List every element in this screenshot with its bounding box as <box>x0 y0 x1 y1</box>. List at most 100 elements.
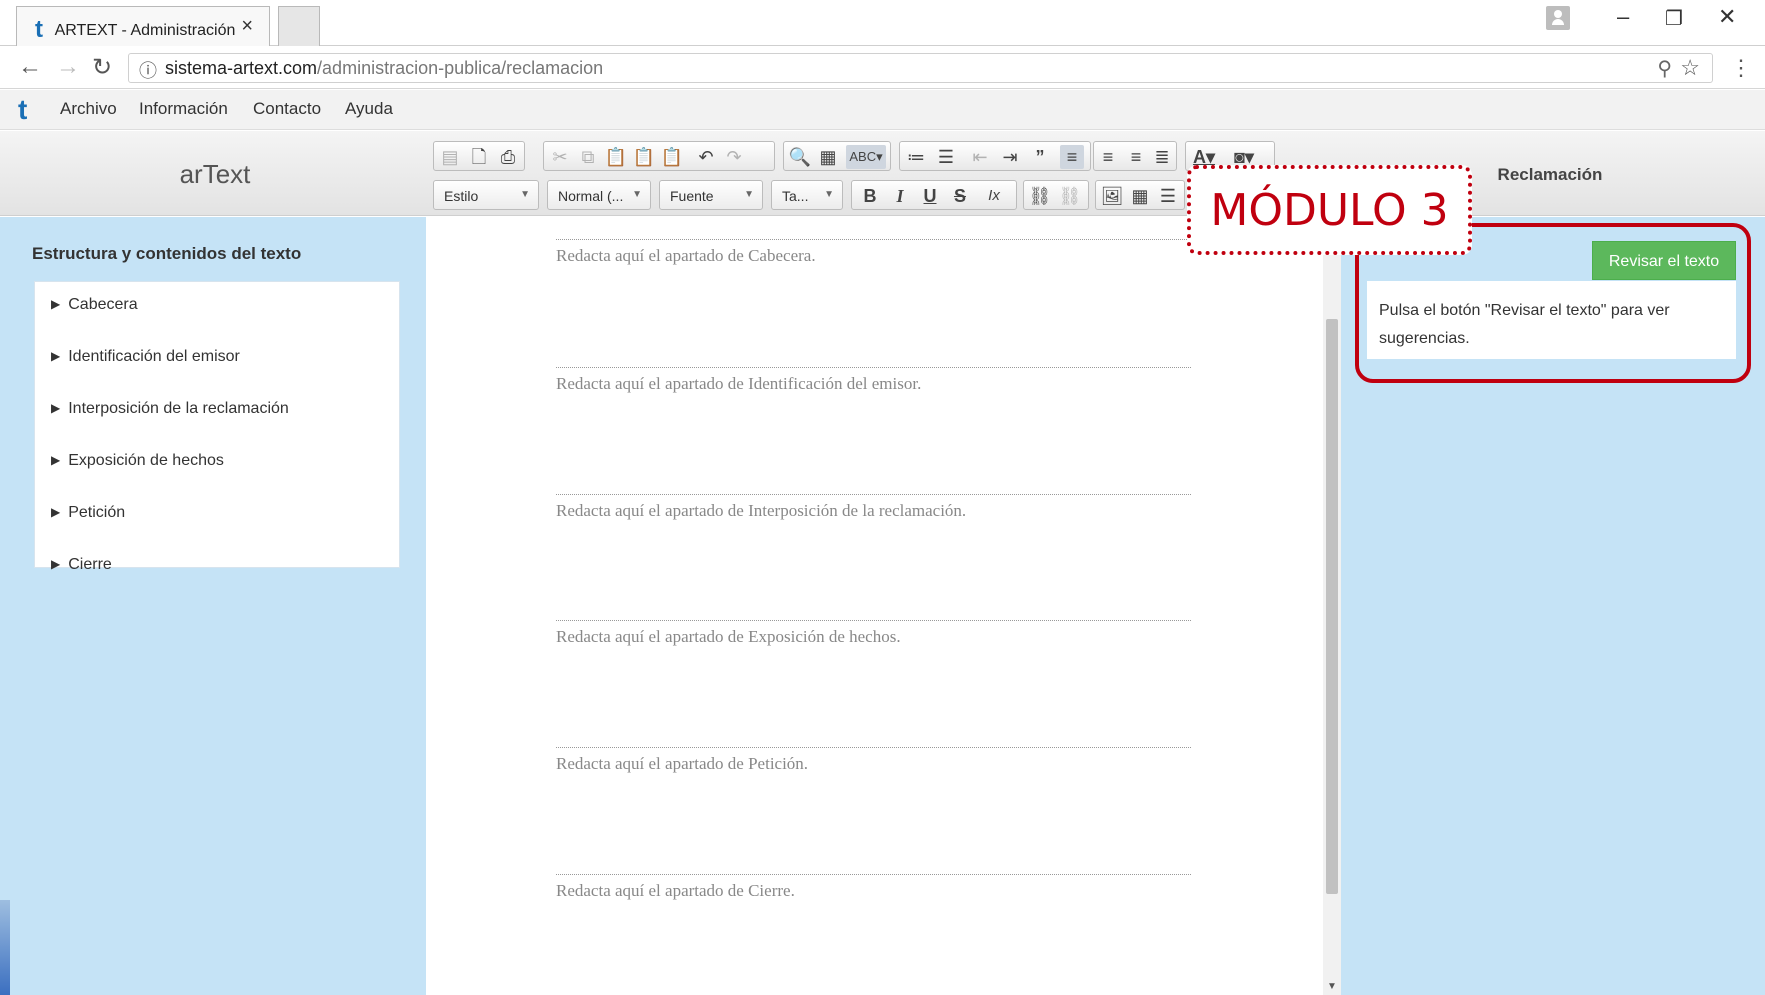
select-all-icon[interactable]: ▦ <box>816 145 840 169</box>
sidebar-item-label: Exposición de hechos <box>68 452 224 469</box>
caret-right-icon: ▶ <box>51 505 61 519</box>
format-dropdown[interactable]: Normal (... ▼ <box>547 180 651 210</box>
editor-section-exposicion[interactable]: Redacta aquí el apartado de Exposición d… <box>556 620 1191 647</box>
editor-section-identificacion[interactable]: Redacta aquí el apartado de Identificaci… <box>556 367 1191 394</box>
editor-section-cierre[interactable]: Redacta aquí el apartado de Cierre. <box>556 874 1191 901</box>
scroll-down-arrow-icon[interactable]: ▼ <box>1327 981 1337 992</box>
browser-titlebar: t ARTEXT - Administración × – ❐ ✕ <box>0 0 1765 46</box>
browser-addressbar: ← → ↻ ⓘ sistema-artext.com/administracio… <box>0 47 1765 89</box>
toolbar-group-insert: 🖼 ▦ ☰ <box>1095 180 1185 210</box>
style-dropdown[interactable]: Estilo ▼ <box>433 180 539 210</box>
toolbar-group-clipboard: ✂ ⧉ 📋 📋 📋 ↶ ↷ <box>543 141 775 171</box>
clear-format-button[interactable]: Ix <box>982 184 1006 208</box>
back-arrow-icon[interactable]: ← <box>18 53 42 81</box>
toolbar-group-align: ≡ ≡ ≣ <box>1093 141 1177 171</box>
numbered-list-icon[interactable]: ≔ <box>904 145 928 169</box>
sidebar-item-peticion[interactable]: ▶ Petición <box>51 504 125 522</box>
indent-icon[interactable]: ⇥ <box>998 145 1022 169</box>
format-dropdown-label: Normal (... <box>558 188 624 204</box>
scrollbar-thumb[interactable] <box>1326 319 1338 894</box>
tab-close-icon[interactable]: × <box>241 15 253 38</box>
align-right-icon[interactable]: ≡ <box>1124 145 1148 169</box>
chevron-down-icon: ▼ <box>632 189 642 200</box>
sidebar-item-label: Cabecera <box>68 296 138 313</box>
spellcheck-icon[interactable]: ABC▾ <box>846 145 886 169</box>
tab-favicon-icon: t <box>35 16 43 43</box>
user-profile-icon[interactable] <box>1546 6 1570 30</box>
background-edge-decoration <box>0 900 10 995</box>
align-center-icon[interactable]: ≡ <box>1096 145 1120 169</box>
outdent-icon[interactable]: ⇤ <box>968 145 992 169</box>
caret-right-icon: ▶ <box>51 349 61 363</box>
menu-archivo[interactable]: Archivo <box>60 99 117 119</box>
new-tab-button[interactable] <box>278 6 320 46</box>
editor-section-peticion[interactable]: Redacta aquí el apartado de Petición. <box>556 747 1191 774</box>
url-host: sistema-artext.com <box>165 58 318 78</box>
underline-button[interactable]: U <box>918 184 942 208</box>
sidebar-item-cierre[interactable]: ▶ Cierre <box>51 556 112 574</box>
close-window-icon[interactable]: ✕ <box>1718 4 1736 30</box>
blockquote-icon[interactable]: ” <box>1028 145 1052 169</box>
menu-ayuda[interactable]: Ayuda <box>345 99 393 119</box>
toolbar-group-paragraph: ≔ ☰ ⇤ ⇥ ” ≡ <box>899 141 1091 171</box>
print-icon[interactable]: ⎙ <box>496 145 520 169</box>
menu-contacto[interactable]: Contacto <box>253 99 321 119</box>
horizontal-rule-icon[interactable]: ☰ <box>1156 184 1180 208</box>
tab-title: ARTEXT - Administración <box>54 22 236 39</box>
size-dropdown[interactable]: Ta... ▼ <box>771 180 843 210</box>
site-info-icon[interactable]: ⓘ <box>139 57 157 83</box>
new-page-icon[interactable]: 🗋 <box>467 145 491 169</box>
editor-toolbar: ▤ 🗋 ⎙ ✂ ⧉ 📋 📋 📋 ↶ ↷ 🔍 ▦ ABC▾ ≔ ☰ ⇤ ⇥ ” ≡… <box>433 136 1313 212</box>
font-dropdown[interactable]: Fuente ▼ <box>659 180 763 210</box>
paste-icon[interactable]: 📋 <box>604 145 628 169</box>
unlink-icon[interactable]: ⛓ <box>1058 184 1082 208</box>
sidebar-list: ▶ Cabecera ▶ Identificación del emisor ▶ In… <box>34 281 400 573</box>
chevron-down-icon: ▼ <box>824 189 834 200</box>
bullet-list-icon[interactable]: ☰ <box>934 145 958 169</box>
sidebar-item-interposicion[interactable]: ▶ Interposición de la reclamación <box>51 400 289 418</box>
link-icon[interactable]: ⛓ <box>1028 184 1052 208</box>
justify-icon[interactable]: ≣ <box>1150 145 1174 169</box>
app-logo-icon: t <box>18 94 28 125</box>
align-left-icon[interactable]: ≡ <box>1060 145 1084 169</box>
find-icon[interactable]: 🔍 <box>788 145 812 169</box>
bookmark-star-icon[interactable]: ☆ <box>1680 55 1700 81</box>
minimize-icon[interactable]: – <box>1617 4 1629 30</box>
toolbar-group-editing: 🔍 ▦ ABC▾ <box>783 141 891 171</box>
sidebar-item-label: Interposición de la reclamación <box>68 400 289 417</box>
undo-icon[interactable]: ↶ <box>694 145 718 169</box>
editor-section-interposicion[interactable]: Redacta aquí el apartado de Interposició… <box>556 494 1191 521</box>
editor-section-cabecera[interactable]: Redacta aquí el apartado de Cabecera. <box>556 239 1191 266</box>
strikethrough-button[interactable]: S <box>948 184 972 208</box>
font-dropdown-label: Fuente <box>670 188 714 204</box>
redo-icon[interactable]: ↷ <box>722 145 746 169</box>
sidebar-item-exposicion[interactable]: ▶ Exposición de hechos <box>51 452 224 470</box>
editor-scrollbar[interactable]: ▼ <box>1323 217 1341 995</box>
toolbar-group-document: ▤ 🗋 ⎙ <box>433 141 525 171</box>
table-icon[interactable]: ▦ <box>1128 184 1152 208</box>
reload-icon[interactable]: ↻ <box>92 53 112 82</box>
text-editor[interactable]: Redacta aquí el apartado de Cabecera. Re… <box>426 217 1341 995</box>
image-icon[interactable]: 🖼 <box>1100 184 1124 208</box>
size-dropdown-label: Ta... <box>782 188 809 204</box>
paste-word-icon[interactable]: 📋 <box>660 145 684 169</box>
chevron-down-icon: ▼ <box>744 189 754 200</box>
copy-icon[interactable]: ⧉ <box>576 145 600 169</box>
sidebar-item-identificacion[interactable]: ▶ Identificación del emisor <box>51 348 240 366</box>
caret-right-icon: ▶ <box>51 297 61 311</box>
save-icon[interactable]: ▤ <box>438 145 462 169</box>
menu-informacion[interactable]: Información <box>139 99 228 119</box>
url-field[interactable]: ⓘ sistema-artext.com/administracion-publ… <box>128 53 1713 83</box>
browser-menu-icon[interactable]: ⋮ <box>1730 55 1752 81</box>
sidebar-item-label: Petición <box>68 504 126 521</box>
forward-arrow-icon[interactable]: → <box>56 53 80 81</box>
restore-icon[interactable]: ❐ <box>1665 6 1683 31</box>
zoom-icon[interactable]: ⚲ <box>1657 56 1672 81</box>
cut-icon[interactable]: ✂ <box>548 145 572 169</box>
browser-tab-active[interactable]: t ARTEXT - Administración × <box>16 6 270 46</box>
sidebar-item-cabecera[interactable]: ▶ Cabecera <box>51 296 138 314</box>
bold-button[interactable]: B <box>858 184 882 208</box>
italic-button[interactable]: I <box>888 184 912 208</box>
style-dropdown-label: Estilo <box>444 188 479 204</box>
paste-text-icon[interactable]: 📋 <box>632 145 656 169</box>
